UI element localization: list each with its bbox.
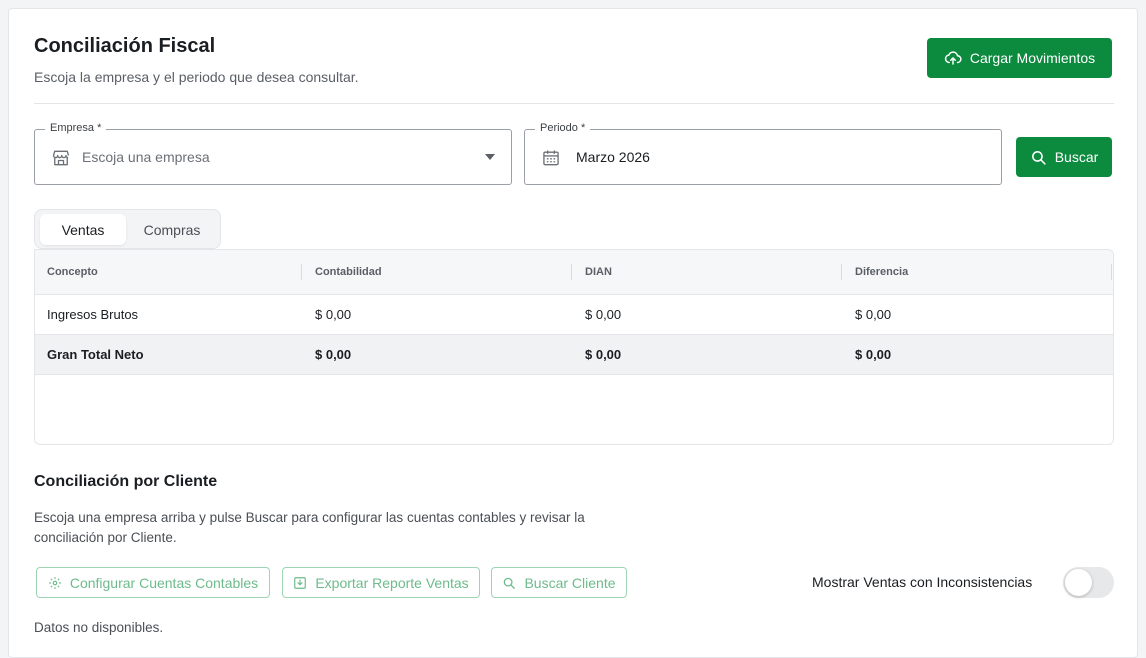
export-report-label: Exportar Reporte Ventas [315, 574, 469, 591]
inconsistencies-toggle[interactable] [1063, 567, 1114, 598]
column-divider[interactable] [1111, 264, 1112, 280]
cell-dian: $ 0,00 [585, 347, 622, 362]
column-header-diferencia: Diferencia [855, 266, 909, 278]
cell-concepto: Ingresos Brutos [47, 307, 139, 322]
cell-dian: $ 0,00 [585, 307, 622, 322]
store-icon [52, 150, 70, 166]
column-header-contabilidad: Contabilidad [315, 266, 382, 278]
cell-concepto: Gran Total Neto [47, 347, 144, 362]
upload-movements-button[interactable]: Cargar Movimientos [927, 38, 1112, 78]
main-card: Conciliación Fiscal Escoja la empresa y … [8, 8, 1138, 658]
periodo-label: Periodo * [535, 122, 591, 134]
column-divider[interactable] [301, 264, 302, 280]
upload-button-label: Cargar Movimientos [969, 50, 1096, 66]
column-divider[interactable] [841, 264, 842, 280]
cell-contabilidad: $ 0,00 [315, 307, 352, 322]
download-icon [294, 576, 307, 589]
empresa-select[interactable]: Empresa * Escoja una empresa [34, 122, 512, 185]
empresa-label: Empresa * [45, 122, 107, 134]
table-header: Concepto Contabilidad DIAN Diferencia [35, 250, 1113, 295]
tab-ventas[interactable]: Ventas [40, 214, 126, 245]
toggle-knob [1065, 569, 1092, 596]
chevron-down-icon[interactable] [485, 154, 495, 160]
calendar-icon [543, 150, 559, 166]
client-section-description: Escoja una empresa arriba y pulse Buscar… [34, 510, 585, 545]
page-title: Conciliación Fiscal [34, 35, 216, 57]
client-section-title: Conciliación por Cliente [34, 473, 218, 490]
column-header-dian: DIAN [585, 266, 612, 278]
search-client-label: Buscar Cliente [524, 574, 616, 591]
conciliation-table: Concepto Contabilidad DIAN Diferencia In… [34, 249, 1114, 445]
inconsistencies-toggle-label: Mostrar Ventas con Inconsistencias [812, 574, 1033, 590]
empresa-placeholder: Escoja una empresa [82, 149, 210, 165]
table-row-total: Gran Total Neto $ 0,00 $ 0,00 $ 0,00 [35, 335, 1113, 375]
cloud-upload-icon [944, 51, 962, 65]
search-icon [1031, 150, 1046, 165]
header-divider [34, 103, 1114, 104]
column-header-concepto: Concepto [47, 266, 98, 278]
search-button[interactable]: Buscar [1016, 137, 1112, 177]
tab-compras[interactable]: Compras [128, 214, 216, 245]
search-button-label: Buscar [1054, 149, 1099, 165]
cell-diferencia: $ 0,00 [855, 347, 892, 362]
tab-bar: Ventas Compras [34, 209, 221, 249]
gear-icon [48, 576, 61, 589]
no-data-message: Datos no disponibles. [34, 620, 164, 635]
table-row: Ingresos Brutos $ 0,00 $ 0,00 $ 0,00 [35, 295, 1113, 335]
periodo-field[interactable]: Periodo * Marzo 2026 [524, 122, 1002, 185]
cell-contabilidad: $ 0,00 [315, 347, 352, 362]
cell-diferencia: $ 0,00 [855, 307, 892, 322]
periodo-value: Marzo 2026 [576, 149, 650, 165]
export-report-button[interactable]: Exportar Reporte Ventas [282, 567, 480, 598]
page-subtitle: Escoja la empresa y el periodo que desea… [34, 69, 359, 85]
search-client-button[interactable]: Buscar Cliente [491, 567, 627, 598]
search-icon [504, 577, 516, 589]
configure-accounts-button[interactable]: Configurar Cuentas Contables [36, 567, 270, 598]
column-divider[interactable] [571, 264, 572, 280]
configure-accounts-label: Configurar Cuentas Contables [69, 574, 259, 591]
